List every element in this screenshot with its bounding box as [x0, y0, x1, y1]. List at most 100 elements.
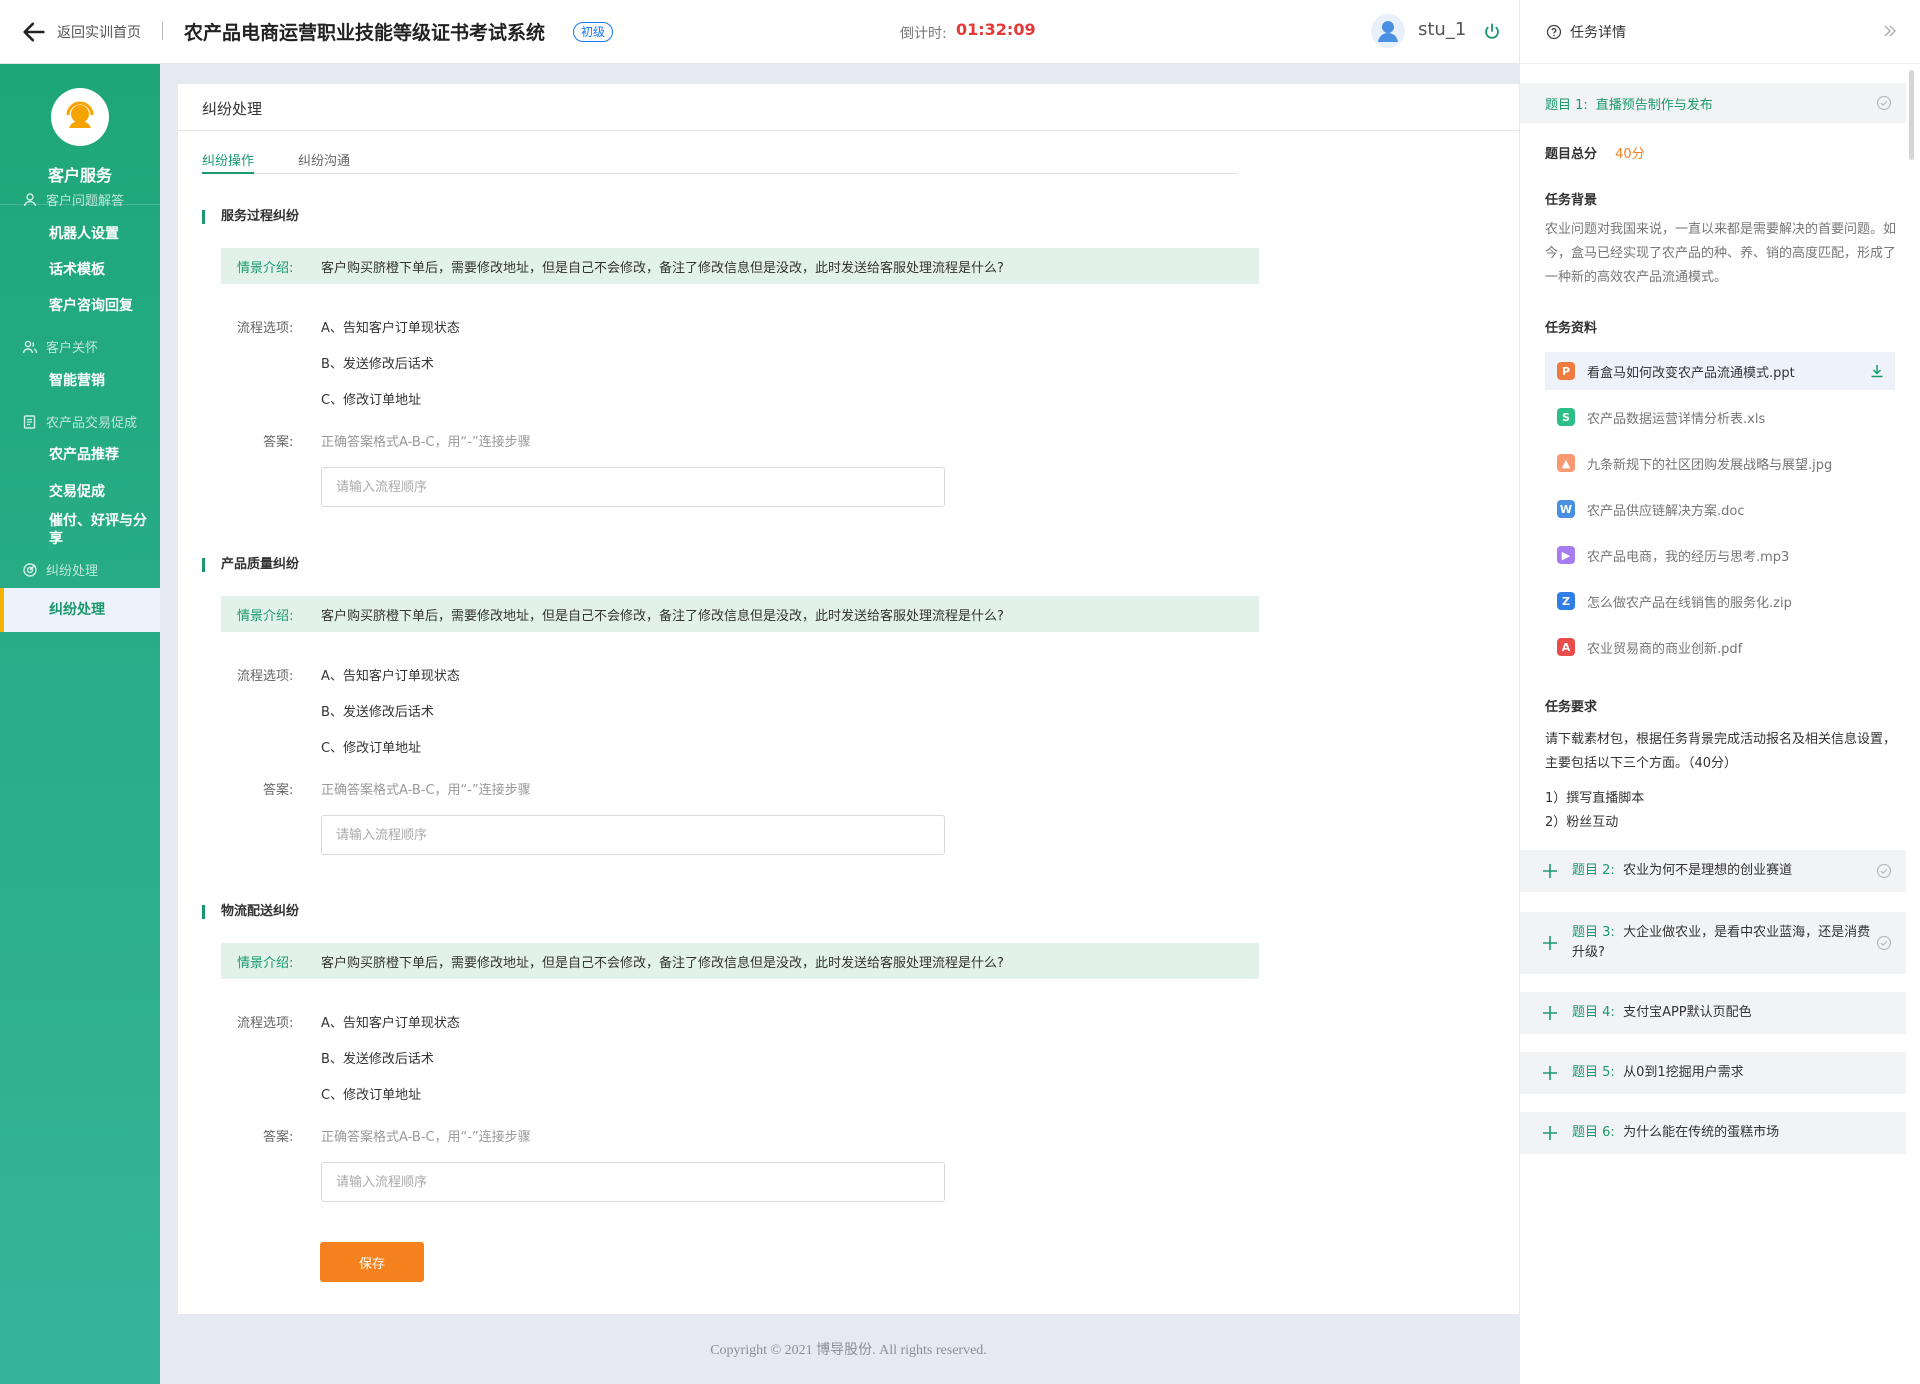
plus-icon — [1543, 936, 1557, 950]
active-tab-indicator — [202, 172, 254, 174]
answer-label: 答案: — [263, 783, 294, 798]
question-number: 题目 4: — [1572, 1005, 1615, 1020]
question-label: 题目 3: 大企业做农业，是看中农业蓝海，还是消费升级? — [1572, 923, 1872, 963]
scenario-box: 情景介绍: 客户购买脐橙下单后，需要修改地址，但是自己不会修改，备注了修改信息但… — [221, 596, 1259, 632]
back-to-home-link[interactable]: 返回实训首页 — [57, 22, 141, 42]
document-icon — [23, 414, 36, 429]
sidebar-item-robot-settings[interactable]: 机器人设置 — [0, 225, 160, 243]
answer-input[interactable] — [321, 815, 945, 855]
sidebar-group-care[interactable]: 客户关怀 — [22, 337, 98, 356]
options-label: 流程选项: — [237, 1016, 294, 1031]
sidebar-group-qa[interactable]: 客户问题解答 — [22, 190, 124, 209]
file-item[interactable]: A 农业贸易商的商业创新.pdf — [1545, 628, 1895, 666]
options-label: 流程选项: — [237, 321, 294, 336]
check-circle-icon — [1876, 935, 1892, 951]
top-bar: 返回实训首页 农产品电商运营职业技能等级证书考试系统 初级 倒计时: 01:32… — [0, 0, 1519, 64]
file-item[interactable]: Z 怎么做农产品在线销售的服务化.zip — [1545, 582, 1895, 620]
level-badge: 初级 — [573, 22, 614, 42]
headset-icon — [66, 101, 94, 128]
file-item[interactable]: ▶ 农产品电商，我的经历与思考.mp3 — [1545, 536, 1895, 574]
file-name: 农产品数据运营详情分析表.xls — [1587, 411, 1766, 427]
question-number: 题目 3: — [1572, 925, 1615, 940]
file-item[interactable]: P 看盒马如何改变农产品流通模式.ppt — [1545, 352, 1895, 390]
panel-scrollbar[interactable] — [1909, 70, 1914, 160]
question-label: 题目 4: 支付宝APP默认页配色 — [1572, 1003, 1752, 1023]
option-c: C、修改订单地址 — [321, 1088, 422, 1103]
sidebar-item-payment-reminder[interactable]: 催付、好评与分享 — [0, 512, 160, 548]
file-name: 看盒马如何改变农产品流通模式.ppt — [1587, 365, 1795, 381]
check-circle-icon — [1876, 863, 1892, 879]
main-content: 纠纷处理 纠纷操作 纠纷沟通 服务过程纠纷 情景介绍: 客户购买脐橙下单后，需要… — [178, 84, 1519, 1314]
scenario-box: 情景介绍: 客户购买脐橙下单后，需要修改地址，但是自己不会修改，备注了修改信息但… — [221, 248, 1259, 284]
sidebar-group-dispute[interactable]: 纠纷处理 — [22, 560, 98, 579]
question-item[interactable]: 题目 6: 为什么能在传统的蛋糕市场 — [1520, 1112, 1906, 1154]
question-title: 为什么能在传统的蛋糕市场 — [1623, 1125, 1780, 1140]
question-title: 农业为何不是理想的创业赛道 — [1623, 863, 1793, 878]
section-title: 产品质量纠纷 — [202, 558, 1237, 572]
customer-service-logo — [51, 88, 109, 146]
dispute-section: 服务过程纠纷 情景介绍: 客户购买脐橙下单后，需要修改地址，但是自己不会修改，备… — [202, 210, 1259, 507]
question-circle-icon — [1546, 24, 1562, 39]
file-name: 农产品电商，我的经历与思考.mp3 — [1587, 549, 1790, 565]
question-number: 题目 1: — [1545, 97, 1588, 113]
file-name: 农产品供应链解决方案.doc — [1587, 503, 1745, 519]
section-title: 服务过程纠纷 — [202, 210, 1237, 224]
question-title: 从0到1挖掘用户需求 — [1623, 1065, 1744, 1080]
question-label: 题目 5: 从0到1挖掘用户需求 — [1572, 1063, 1744, 1083]
file-item[interactable]: W 农产品供应链解决方案.doc — [1545, 490, 1895, 528]
option-a: A、告知客户订单现状态 — [321, 1016, 460, 1031]
options-label: 流程选项: — [237, 669, 294, 684]
answer-label: 答案: — [263, 1130, 294, 1145]
copyright: Copyright © 2021 博导股份. All rights reserv… — [710, 1343, 987, 1358]
collapse-panel-icon[interactable] — [1882, 23, 1898, 39]
sidebar-item-product-recommend[interactable]: 农产品推荐 — [0, 446, 160, 464]
question-label: 题目 6: 为什么能在传统的蛋糕市场 — [1572, 1123, 1779, 1143]
pdf-icon: A — [1557, 638, 1575, 656]
question-number: 题目 2: — [1572, 863, 1615, 878]
plus-icon — [1543, 1006, 1557, 1020]
answer-label: 答案: — [263, 435, 294, 450]
power-icon[interactable] — [1483, 22, 1501, 40]
sidebar-item-trade-promotion[interactable]: 交易促成 — [0, 483, 160, 501]
requirement-item: 1）撰写直播脚本 — [1545, 791, 1645, 806]
answer-input[interactable] — [321, 467, 945, 507]
user-avatar[interactable] — [1371, 14, 1405, 48]
sidebar-group-label: 客户问题解答 — [46, 194, 125, 209]
requirements-text: 请下载素材包，根据任务背景完成活动报名及相关信息设置，主要包括以下三个方面。（4… — [1545, 732, 1897, 771]
tab-dispute-operation[interactable]: 纠纷操作 — [202, 150, 254, 169]
answer-hint: 正确答案格式A-B-C，用“-”连接步骤 — [321, 1130, 531, 1145]
file-item[interactable]: S 农产品数据运营详情分析表.xls — [1545, 398, 1895, 436]
sidebar-item-script-templates[interactable]: 话术模板 — [0, 261, 160, 279]
option-a: A、告知客户订单现状态 — [321, 669, 460, 684]
sidebar-item-smart-marketing[interactable]: 智能营销 — [0, 372, 160, 390]
scenario-text: 客户购买脐橙下单后，需要修改地址，但是自己不会修改，备注了修改信息但是没改，此时… — [321, 260, 1004, 276]
sidebar-group-trade[interactable]: 农产品交易促成 — [22, 412, 137, 431]
question-item[interactable]: 题目 4: 支付宝APP默认页配色 — [1520, 992, 1906, 1034]
file-name: 怎么做农产品在线销售的服务化.zip — [1587, 595, 1792, 611]
question-item[interactable]: 题目 2: 农业为何不是理想的创业赛道 — [1520, 850, 1906, 892]
page-title: 纠纷处理 — [178, 84, 1519, 131]
back-arrow-icon[interactable] — [20, 18, 48, 46]
sidebar-item-dispute-handling[interactable]: 纠纷处理 — [0, 588, 160, 632]
download-icon[interactable] — [1869, 363, 1885, 379]
answer-hint: 正确答案格式A-B-C，用“-”连接步骤 — [321, 783, 531, 798]
scenario-label: 情景介绍: — [237, 260, 294, 276]
timer-value: 01:32:09 — [956, 20, 1036, 39]
sidebar-group-label: 农产品交易促成 — [46, 416, 138, 431]
answer-input[interactable] — [321, 1162, 945, 1202]
audio-icon: ▶ — [1557, 546, 1575, 564]
users-icon — [22, 340, 38, 353]
tab-dispute-communication[interactable]: 纠纷沟通 — [298, 150, 350, 169]
option-c: C、修改订单地址 — [321, 741, 422, 756]
doc-icon: W — [1557, 500, 1575, 518]
plus-icon — [1543, 864, 1557, 878]
file-item[interactable]: ▲ 九条新规下的社区团购发展战略与展望.jpg — [1545, 444, 1895, 482]
sidebar-group-label: 客户关怀 — [46, 341, 99, 356]
save-button[interactable]: 保存 — [320, 1242, 424, 1282]
question-item[interactable]: 题目 5: 从0到1挖掘用户需求 — [1520, 1052, 1906, 1094]
target-icon — [23, 562, 37, 577]
scenario-text: 客户购买脐橙下单后，需要修改地址，但是自己不会修改，备注了修改信息但是没改，此时… — [321, 955, 1004, 971]
question-item[interactable]: 题目 3: 大企业做农业，是看中农业蓝海，还是消费升级? — [1520, 912, 1906, 974]
sidebar-item-inquiry-reply[interactable]: 客户咨询回复 — [0, 297, 160, 315]
question-1-header[interactable]: 题目 1: 直播预告制作与发布 — [1520, 83, 1906, 123]
